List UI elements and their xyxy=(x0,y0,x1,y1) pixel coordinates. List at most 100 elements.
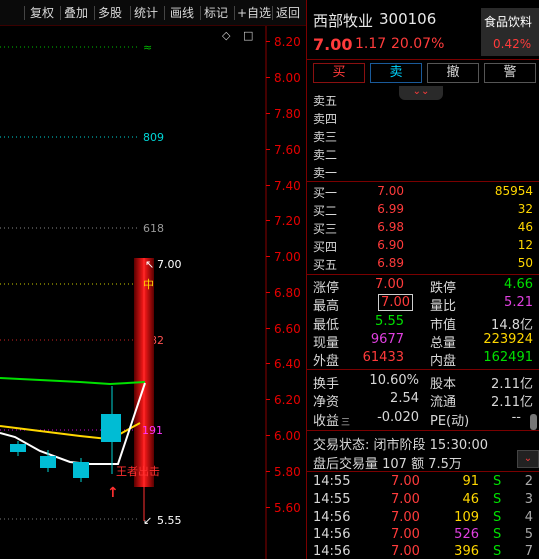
turnover-value: 10.60% xyxy=(369,373,419,388)
y-tick: 6.00 xyxy=(274,429,301,443)
statistics-button[interactable]: 统计 xyxy=(134,5,158,21)
y-tick: 7.00 xyxy=(274,250,301,264)
low-value: 5.55 xyxy=(375,314,404,329)
outer-volume-label: 外盘 xyxy=(313,354,340,369)
tick-time: 14:55 xyxy=(313,492,351,507)
ma-line-green xyxy=(0,377,146,386)
toolbar-separator xyxy=(164,6,165,20)
tick-volume: 526 xyxy=(454,527,479,542)
tick-price: 7.00 xyxy=(391,474,420,489)
expand-chevron-icon[interactable]: ⌄ xyxy=(517,450,539,468)
tick-volume: 46 xyxy=(462,492,479,507)
buy4-volume: 12 xyxy=(517,238,533,252)
limit-up-value: 7.00 xyxy=(375,277,404,292)
back-button[interactable]: 返回 xyxy=(276,5,300,21)
inner-volume-label: 内盘 xyxy=(430,354,457,369)
sell-button[interactable]: 卖 xyxy=(370,63,422,83)
buy2-volume: 32 xyxy=(517,202,533,216)
price-change: 1.17 xyxy=(355,36,387,52)
stock-name: 西部牧业 xyxy=(313,12,374,30)
collapse-chevron-icon[interactable]: ⌄⌄ xyxy=(399,86,443,100)
float-shares-value: 2.11亿 xyxy=(491,395,533,410)
toolbar-separator xyxy=(200,6,201,20)
total-volume-value: 223924 xyxy=(483,332,533,347)
tick-count: 5 xyxy=(524,527,533,542)
draw-line-button[interactable]: 画线 xyxy=(170,5,194,21)
diamond-icon[interactable]: ◇ xyxy=(222,29,231,42)
buy5-label: 买五 xyxy=(313,258,338,272)
toolbar-separator xyxy=(60,6,61,20)
divider xyxy=(307,59,539,60)
market-cap-value: 14.8亿 xyxy=(491,318,533,333)
after-hours-volume: 盘后交易量 107 额 7.5万 xyxy=(313,457,462,472)
price-change-pct: 20.07% xyxy=(391,36,445,52)
tick-price: 7.00 xyxy=(391,510,420,525)
y-tick: 5.60 xyxy=(274,501,301,515)
high-value: 7.00 xyxy=(378,294,413,311)
volume-ratio-label: 量比 xyxy=(430,299,457,314)
low-marker-arrow: ↙ xyxy=(143,514,152,527)
y-tick: 7.60 xyxy=(274,143,301,157)
cancel-order-button[interactable]: 撤 xyxy=(427,63,479,83)
buy4-price: 6.90 xyxy=(377,238,404,252)
divider xyxy=(307,369,539,370)
shares-value: 2.11亿 xyxy=(491,377,533,392)
buy3-volume: 46 xyxy=(517,220,533,234)
eps-label: 收益 xyxy=(313,414,340,429)
tick-side: S xyxy=(493,492,502,507)
chart-toolbar: 复权 叠加 多股 统计 画线 标记 +自选 返回 xyxy=(0,0,306,26)
y-tick: 7.80 xyxy=(274,107,301,121)
limit-down-value: 4.66 xyxy=(504,277,533,292)
tick-count: 7 xyxy=(524,544,533,559)
sell5-label: 卖五 xyxy=(313,94,338,108)
buy2-price: 6.99 xyxy=(377,202,404,216)
net-assets-value: 2.54 xyxy=(390,391,419,406)
sell4-label: 卖四 xyxy=(313,112,338,126)
current-volume-label: 现量 xyxy=(313,336,340,351)
limit-down-label: 跌停 xyxy=(430,281,457,296)
outer-volume-value: 61433 xyxy=(362,350,404,365)
add-watchlist-button[interactable]: +自选 xyxy=(237,5,271,21)
divider xyxy=(307,274,539,275)
multi-stock-button[interactable]: 多股 xyxy=(98,5,122,21)
y-tick-marks xyxy=(266,41,270,508)
tick-time: 14:56 xyxy=(313,527,351,542)
sector-change-pct: 0.42% xyxy=(493,37,532,51)
tick-side: S xyxy=(493,527,502,542)
y-tick: 8.20 xyxy=(274,35,301,49)
buy3-label: 买三 xyxy=(313,222,338,236)
restore-rights-button[interactable]: 复权 xyxy=(30,5,54,21)
limit-up-label: 涨停 xyxy=(313,281,340,296)
quote-panel: 西部牧业 300106 7.00 1.17 20.07% 食品饮料 0.42% … xyxy=(306,0,539,559)
y-tick: 6.40 xyxy=(274,357,301,371)
mark-button[interactable]: 标记 xyxy=(204,5,228,21)
tick-count: 2 xyxy=(524,474,533,489)
square-icon[interactable]: □ xyxy=(243,29,253,42)
buy1-label: 买一 xyxy=(313,186,338,200)
shares-label: 股本 xyxy=(430,377,457,392)
tick-time: 14:56 xyxy=(313,544,351,559)
low-price-label: 5.55 xyxy=(157,514,182,527)
low-label: 最低 xyxy=(313,318,340,333)
trade-status: 交易状态: 闭市阶段 15:30:00 xyxy=(313,438,489,453)
scrollbar-thumb[interactable] xyxy=(530,414,537,430)
market-cap-label: 市值 xyxy=(430,318,457,333)
kline-chart[interactable]: ◇ □ ≈ 809 618 382 中 191 ↖ 7.00 ↙ 5.55 王者… xyxy=(0,26,306,559)
tick-count: 4 xyxy=(524,510,533,525)
sell2-label: 卖二 xyxy=(313,148,338,162)
divider xyxy=(307,471,539,472)
tick-price: 7.00 xyxy=(391,492,420,507)
alert-button[interactable]: 警 xyxy=(484,63,536,83)
tick-volume: 109 xyxy=(454,510,479,525)
buy-button[interactable]: 买 xyxy=(313,63,365,83)
y-tick: 6.80 xyxy=(274,286,301,300)
toolbar-separator xyxy=(94,6,95,20)
candle xyxy=(40,450,56,472)
y-tick: 8.00 xyxy=(274,71,301,85)
overlay-button[interactable]: 叠加 xyxy=(64,5,88,21)
buy3-price: 6.98 xyxy=(377,220,404,234)
candle xyxy=(10,441,26,456)
toolbar-separator xyxy=(24,6,25,20)
level-label-green: ≈ xyxy=(143,41,152,54)
stock-code: 300106 xyxy=(379,10,437,28)
